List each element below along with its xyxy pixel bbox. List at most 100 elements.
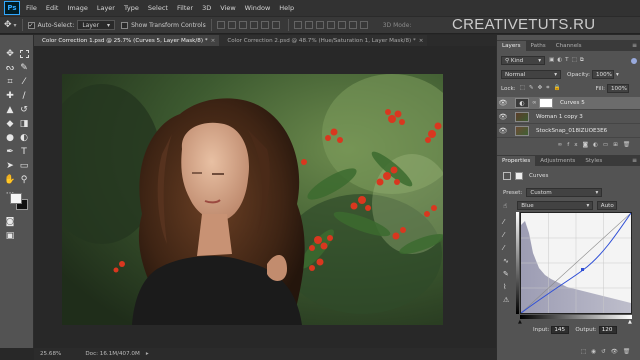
align-middle-icon[interactable] xyxy=(227,21,236,29)
panel-menu-icon[interactable]: ≡ xyxy=(632,157,637,164)
status-menu-icon[interactable]: ▸ xyxy=(146,351,149,357)
menu-image[interactable]: Image xyxy=(67,4,87,12)
new-group-icon[interactable]: ▭ xyxy=(603,142,613,148)
menu-3d[interactable]: 3D xyxy=(202,4,211,12)
black-point-slider[interactable]: ▲ xyxy=(518,319,522,325)
eyedropper-white-icon[interactable]: ⁄ xyxy=(503,242,517,255)
adjustment-layer-icon[interactable]: ◐ xyxy=(593,142,603,148)
target-adjust-icon[interactable]: ☝ xyxy=(503,202,507,210)
auto-button[interactable]: Auto xyxy=(597,201,618,210)
eyedropper-black-icon[interactable]: ⁄ xyxy=(503,216,517,229)
preset-dropdown[interactable]: Custom ▾ xyxy=(526,188,603,197)
menu-filter[interactable]: Filter xyxy=(177,4,193,12)
distribute-right-icon[interactable] xyxy=(348,21,357,29)
clone-stamp-tool-icon[interactable]: ▲ xyxy=(3,103,17,117)
panel-menu-icon[interactable]: ≡ xyxy=(632,42,637,49)
distribute-middle-icon[interactable] xyxy=(304,21,313,29)
distribute-bottom-icon[interactable] xyxy=(315,21,324,29)
input-field[interactable]: 145 xyxy=(551,326,570,334)
screen-mode-icon[interactable]: ▣ xyxy=(3,229,17,243)
menu-file[interactable]: File xyxy=(26,4,37,12)
menu-select[interactable]: Select xyxy=(148,4,168,12)
lock-icons[interactable]: ⬚✎✥⌗🔒 xyxy=(520,85,565,92)
menu-window[interactable]: Window xyxy=(245,4,271,12)
link-layers-icon[interactable]: ∞ xyxy=(558,142,568,148)
tab-paths[interactable]: Paths xyxy=(526,41,551,51)
hand-tool-icon[interactable]: ✋ xyxy=(3,173,17,187)
marquee-tool-icon[interactable] xyxy=(17,47,31,61)
healing-brush-tool-icon[interactable]: ✚ xyxy=(3,89,17,103)
output-field[interactable]: 120 xyxy=(598,326,617,334)
eyedropper-tool-icon[interactable]: ⁄ xyxy=(17,75,31,89)
opacity-arrow-icon[interactable]: ▾ xyxy=(616,72,619,78)
smooth-icon[interactable]: ⌇ xyxy=(503,281,517,294)
menu-edit[interactable]: Edit xyxy=(46,4,59,12)
move-tool-icon[interactable]: ✥ xyxy=(4,20,12,30)
tab-layers[interactable]: Layers xyxy=(497,41,526,51)
layer-row-woman[interactable]: 👁 Woman 1 copy 3 xyxy=(497,111,640,124)
show-transform-checkbox[interactable] xyxy=(121,21,129,29)
layer-row-stocksnap[interactable]: 👁 StockSnap_018IZUOE3E6 xyxy=(497,125,640,138)
lasso-tool-icon[interactable]: ᔓ xyxy=(3,61,17,75)
channel-dropdown[interactable]: Blue ▾ xyxy=(517,201,594,210)
clip-to-layer-icon[interactable]: ⬚ xyxy=(581,349,591,355)
layer-mask-thumbnail[interactable] xyxy=(539,98,553,108)
eyedropper-gray-icon[interactable]: ⁄ xyxy=(503,229,517,242)
eye-icon[interactable]: 👁 xyxy=(497,127,509,135)
visibility-icon[interactable]: 👁 xyxy=(611,349,623,355)
align-top-icon[interactable] xyxy=(216,21,225,29)
align-center-icon[interactable] xyxy=(260,21,269,29)
foreground-color-swatch-front[interactable] xyxy=(10,193,22,204)
kind-dropdown[interactable]: ⚲ Kind ▾ xyxy=(501,56,545,65)
tab-color-correction-1[interactable]: Color Correction 1.psd @ 25.7% (Curves 5… xyxy=(34,35,220,46)
move-tool-icon[interactable]: ✥ xyxy=(3,47,17,61)
white-point-slider[interactable]: ▲ xyxy=(628,319,632,325)
tab-color-correction-2[interactable]: Color Correction 2.psd @ 48.7% (Hue/Satu… xyxy=(219,35,428,46)
tab-adjustments[interactable]: Adjustments xyxy=(535,156,580,166)
blur-tool-icon[interactable]: ● xyxy=(3,131,17,145)
tab-styles[interactable]: Styles xyxy=(580,156,607,166)
gradient-tool-icon[interactable]: ◨ xyxy=(17,117,31,131)
brush-tool-icon[interactable]: / xyxy=(17,89,31,103)
eye-icon[interactable]: 👁 xyxy=(497,113,509,121)
eye-icon[interactable]: 👁 xyxy=(497,99,509,107)
view-previous-icon[interactable]: ◉ xyxy=(591,349,601,355)
filter-icons[interactable]: ▣◐T⬚⧉ xyxy=(549,57,587,64)
reset-icon[interactable]: ↺ xyxy=(601,349,611,355)
align-bottom-icon[interactable] xyxy=(238,21,247,29)
eraser-tool-icon[interactable]: ◆ xyxy=(3,117,17,131)
auto-select-checkbox[interactable]: ✓ xyxy=(27,21,35,29)
align-right-icon[interactable] xyxy=(271,21,280,29)
new-layer-icon[interactable]: ⊞ xyxy=(613,142,623,148)
fill-field[interactable]: 100% xyxy=(607,84,629,93)
tab-properties[interactable]: Properties xyxy=(497,156,536,166)
curve-points-icon[interactable]: ∿ xyxy=(503,255,517,268)
close-icon[interactable]: × xyxy=(211,38,216,44)
close-icon[interactable]: × xyxy=(419,38,424,44)
pencil-icon[interactable]: ✎ xyxy=(503,268,517,281)
menu-help[interactable]: Help xyxy=(279,4,294,12)
menu-view[interactable]: View xyxy=(220,4,235,12)
pen-tool-icon[interactable]: ✒ xyxy=(3,145,17,159)
history-brush-tool-icon[interactable]: ↺ xyxy=(17,103,31,117)
type-tool-icon[interactable]: T xyxy=(17,145,31,159)
zoom-tool-icon[interactable]: ⚲ xyxy=(17,173,31,187)
tab-channels[interactable]: Channels xyxy=(551,41,587,51)
distribute-center-icon[interactable] xyxy=(337,21,346,29)
blend-mode-dropdown[interactable]: Normal ▾ xyxy=(501,70,561,79)
quick-selection-tool-icon[interactable]: ✎ xyxy=(17,61,31,75)
trash-icon[interactable]: 🗑 xyxy=(623,142,635,148)
rectangle-tool-icon[interactable]: ▭ xyxy=(17,159,31,173)
menu-type[interactable]: Type xyxy=(124,4,139,12)
add-mask-icon[interactable]: ◙ xyxy=(583,142,593,148)
dodge-tool-icon[interactable]: ◐ xyxy=(17,131,31,145)
zoom-level[interactable]: 25.68% xyxy=(40,351,61,357)
delete-adjustment-icon[interactable]: 🗑 xyxy=(623,349,635,355)
path-selection-tool-icon[interactable]: ➤ xyxy=(3,159,17,173)
document-image[interactable] xyxy=(62,74,443,325)
distribute-top-icon[interactable] xyxy=(293,21,302,29)
menu-layer[interactable]: Layer xyxy=(97,4,115,12)
auto-select-dropdown[interactable]: Layer ▾ xyxy=(77,20,116,30)
align-left-icon[interactable] xyxy=(249,21,258,29)
layer-row-curves[interactable]: 👁 ◐ ∞ Curves 5 xyxy=(497,97,640,110)
